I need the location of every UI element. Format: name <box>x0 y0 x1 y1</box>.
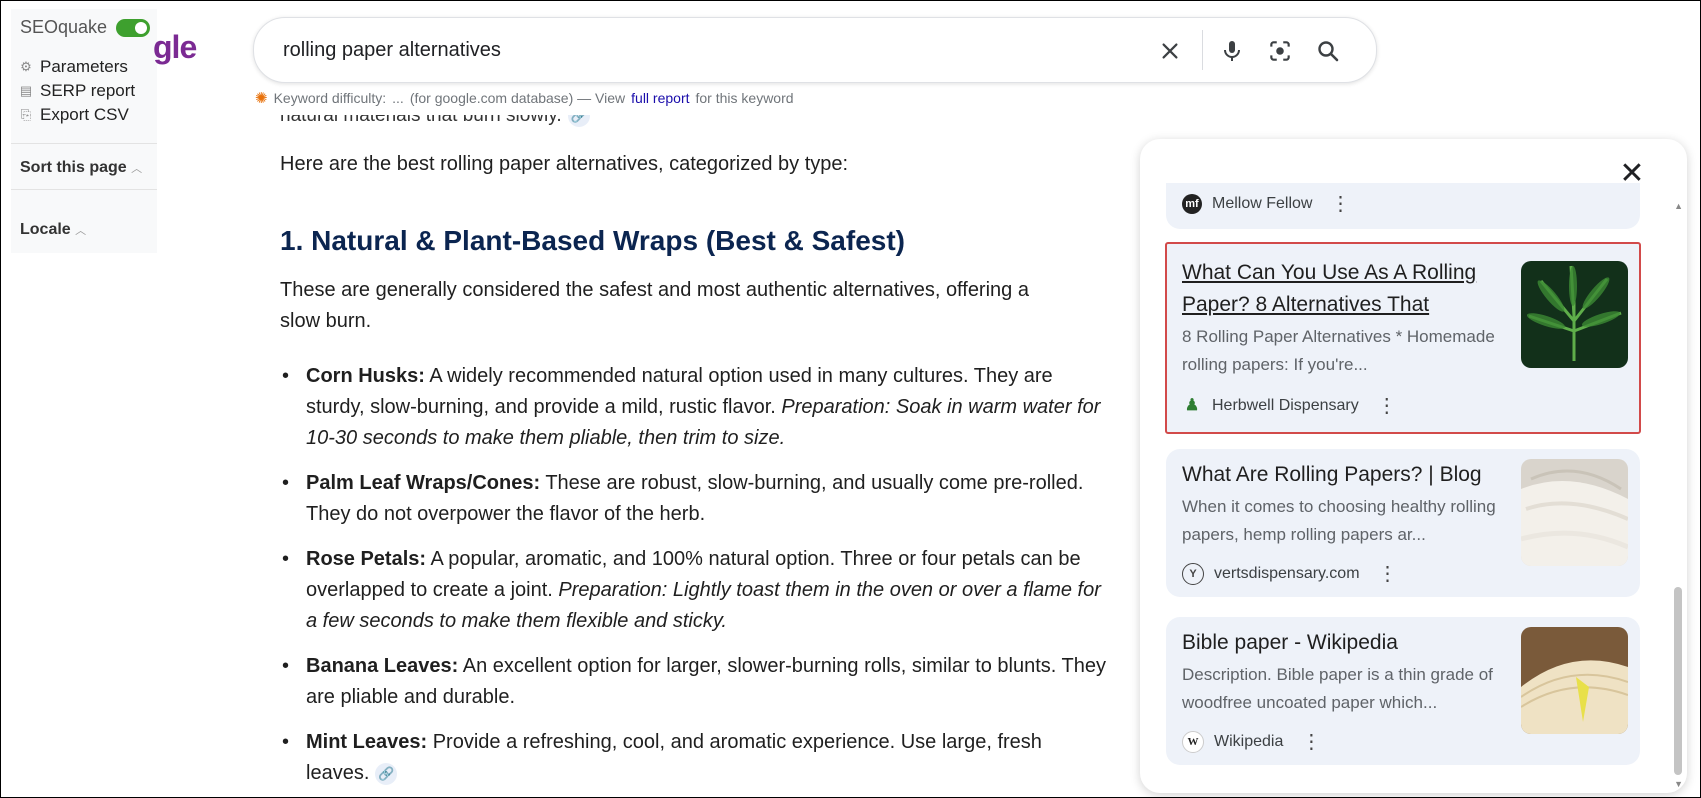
chevron-up-icon: ︿ <box>75 225 87 237</box>
mellow-fellow-icon: mf <box>1182 193 1202 214</box>
google-logo[interactable]: gle <box>153 29 197 66</box>
search-bar <box>253 17 1377 83</box>
herbwell-icon: ♟ <box>1184 396 1200 414</box>
kw-value: ... <box>392 90 404 106</box>
item-title: Banana Leaves: <box>306 655 459 677</box>
scroll-down-arrow[interactable]: ▼ <box>1674 779 1683 789</box>
browser-frame: SEOquake ⚙ Parameters ▤ SERP report ⎘ Ex… <box>0 0 1701 798</box>
card-snippet: 8 Rolling Paper Alternatives * Homemade … <box>1182 327 1495 374</box>
source-label: mf Mellow Fellow ⋮ <box>1182 191 1350 216</box>
scroll-up-arrow[interactable]: ▲ <box>1674 201 1683 211</box>
section-heading: 1. Natural & Plant-Based Wraps (Best & S… <box>280 225 905 256</box>
source-name: Mellow Fellow <box>1212 194 1313 212</box>
link-icon[interactable]: 🔗 <box>567 115 590 127</box>
seoquake-serp-report[interactable]: ▤ SERP report <box>19 81 135 101</box>
divider <box>11 143 157 144</box>
serp-report-label: SERP report <box>40 81 136 100</box>
kw-prefix: Keyword difficulty: <box>273 90 387 106</box>
kw-suffix: for this keyword <box>695 90 794 106</box>
list-item: Banana Leaves: An excellent option for l… <box>280 651 1110 713</box>
verts-icon: Y <box>1182 562 1204 585</box>
kw-database: (for google.com database) — View <box>409 90 626 106</box>
item-title: Palm Leaf Wraps/Cones: <box>306 472 541 494</box>
source-card-partial[interactable]: mf Mellow Fellow ⋮ <box>1166 183 1640 229</box>
cut-off-line: natural materials that burn slowly. 🔗 <box>280 115 590 128</box>
more-options-icon[interactable]: ⋮ <box>1301 729 1321 754</box>
clear-search-icon[interactable] <box>1154 35 1186 67</box>
section-description-line2: slow burn. <box>280 310 372 332</box>
list-item: Rose Petals: A popular, aromatic, and 10… <box>280 544 1110 637</box>
intro-text: Here are the best rolling paper alternat… <box>280 153 849 175</box>
item-title: Corn Husks: <box>306 365 425 387</box>
item-title: Mint Leaves: <box>306 731 428 753</box>
card-title[interactable]: Bible paper - Wikipedia <box>1182 627 1502 659</box>
export-csv-label: Export CSV <box>40 105 129 124</box>
export-icon: ⎘ <box>20 107 32 122</box>
source-label: W Wikipedia ⋮ <box>1182 729 1321 754</box>
wikipedia-icon: W <box>1182 730 1204 753</box>
seoquake-title: SEOquake <box>20 17 108 37</box>
sort-this-page[interactable]: Sort this page ︿ <box>20 159 142 177</box>
keyword-difficulty-bar: ✺ Keyword difficulty: ... (for google.co… <box>255 89 794 107</box>
search-icon[interactable] <box>1312 35 1344 67</box>
scrollbar-thumb[interactable] <box>1674 587 1682 775</box>
source-name: vertsdispensary.com <box>1214 564 1360 582</box>
more-options-icon[interactable]: ⋮ <box>1330 191 1350 216</box>
seoquake-panel: SEOquake ⚙ Parameters ▤ SERP report ⎘ Ex… <box>11 9 157 253</box>
list-item: Corn Husks: A widely recommended natural… <box>280 361 1110 454</box>
card-title[interactable]: What Are Rolling Papers? | Blog <box>1182 459 1502 491</box>
source-label: Y vertsdispensary.com ⋮ <box>1182 561 1398 586</box>
seoquake-export-csv[interactable]: ⎘ Export CSV <box>19 105 129 125</box>
source-name: Wikipedia <box>1214 732 1284 750</box>
seoquake-icon: ✺ <box>255 90 268 107</box>
microphone-icon[interactable] <box>1216 35 1248 67</box>
parameters-label: Parameters <box>40 57 128 76</box>
seoquake-toggle[interactable] <box>116 19 150 37</box>
chevron-up-icon: ︿ <box>131 163 143 175</box>
search-input[interactable] <box>281 34 1105 66</box>
item-title: Rose Petals: <box>306 548 427 570</box>
divider <box>11 189 157 190</box>
sort-label: Sort this page <box>20 159 127 176</box>
gear-icon: ⚙ <box>20 59 32 74</box>
link-icon[interactable]: 🔗 <box>375 762 398 785</box>
source-name: Herbwell Dispensary <box>1212 396 1359 414</box>
wrap-options-list: Corn Husks: A widely recommended natural… <box>280 361 1110 797</box>
bible-paper-thumbnail <box>1521 627 1628 734</box>
rolling-papers-thumbnail <box>1521 459 1628 566</box>
section-description-line1: These are generally considered the safes… <box>280 279 1029 301</box>
source-card[interactable]: Bible paper - Wikipedia Description. Bib… <box>1166 617 1640 765</box>
cut-line-text: natural materials that burn slowly. <box>280 115 562 126</box>
list-item: Mint Leaves: Provide a refreshing, cool,… <box>280 727 1110 789</box>
divider <box>1202 30 1203 70</box>
cannabis-leaf-thumbnail <box>1521 261 1628 368</box>
sources-panel: ✕ mf Mellow Fellow ⋮ What Can You Use As… <box>1140 139 1687 793</box>
full-report-link[interactable]: full report <box>631 90 689 106</box>
source-card[interactable]: What Can You Use As A Rolling Paper? 8 A… <box>1165 242 1641 434</box>
source-label: ♟ Herbwell Dispensary ⋮ <box>1182 393 1397 418</box>
card-snippet: Description. Bible paper is a thin grade… <box>1182 665 1493 712</box>
lens-camera-icon[interactable] <box>1264 35 1296 67</box>
more-options-icon[interactable]: ⋮ <box>1378 561 1398 586</box>
seoquake-parameters[interactable]: ⚙ Parameters <box>19 57 128 77</box>
card-title[interactable]: What Can You Use As A Rolling Paper? 8 A… <box>1182 257 1502 321</box>
locale-toggle[interactable]: Locale ︿ <box>20 221 86 239</box>
locale-label: Locale <box>20 221 71 238</box>
report-icon: ▤ <box>19 83 33 98</box>
more-options-icon[interactable]: ⋮ <box>1377 393 1397 418</box>
card-snippet: When it comes to choosing healthy rollin… <box>1182 497 1496 544</box>
source-card[interactable]: What Are Rolling Papers? | Blog When it … <box>1166 449 1640 597</box>
list-item: Palm Leaf Wraps/Cones: These are robust,… <box>280 468 1110 530</box>
